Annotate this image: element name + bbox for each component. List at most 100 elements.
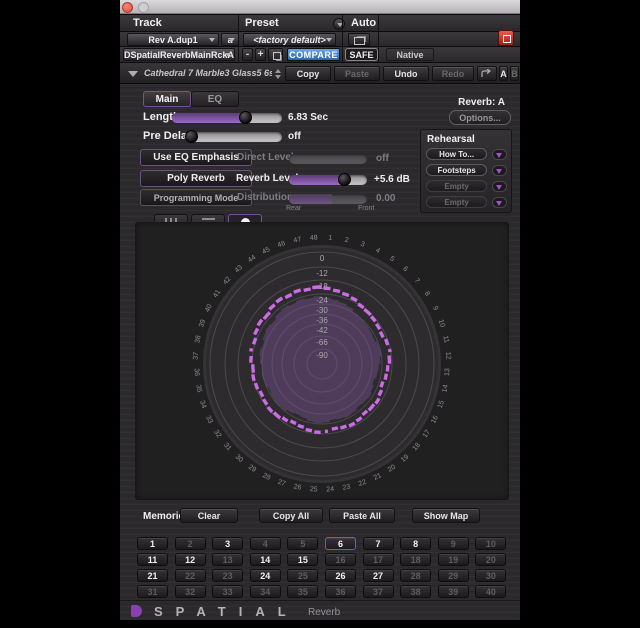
channel-number: 30 (234, 454, 245, 464)
preset-decrement-button[interactable]: - (242, 48, 253, 61)
memory-slot-13[interactable]: 13 (212, 553, 243, 566)
insert-selector[interactable]: DSpatialReverbMainRckA (123, 48, 235, 61)
memory-slot-19[interactable]: 19 (438, 553, 469, 566)
preset-increment-button[interactable]: + (255, 48, 266, 61)
memory-slot-35[interactable]: 35 (287, 585, 318, 598)
redo-button[interactable]: Redo (432, 66, 474, 81)
memory-slot-27[interactable]: 27 (363, 569, 394, 582)
memory-slot-31[interactable]: 31 (137, 585, 168, 598)
memory-slot-39[interactable]: 39 (438, 585, 469, 598)
product-name: Reverb (308, 607, 340, 618)
track-selector[interactable]: Rev A.dup1 (127, 33, 219, 46)
memory-slot-3[interactable]: 3 (212, 537, 243, 550)
channel-number: 47 (293, 236, 302, 244)
memory-slot-37[interactable]: 37 (363, 585, 394, 598)
redirect-arrow-icon[interactable] (477, 66, 497, 81)
memory-slot-4[interactable]: 4 (250, 537, 281, 550)
channel-number: 29 (247, 464, 257, 474)
close-window-icon[interactable] (122, 2, 133, 13)
minimize-window-icon[interactable] (138, 2, 149, 13)
memory-slot-16[interactable]: 16 (325, 553, 356, 566)
preset-column-label: Preset (245, 17, 279, 29)
memory-slot-30[interactable]: 30 (475, 569, 506, 582)
channel-level-dash (340, 426, 346, 428)
clear-button[interactable]: Clear (180, 508, 238, 523)
memory-slot-1[interactable]: 1 (137, 537, 168, 550)
copy-all-button[interactable]: Copy All (259, 508, 323, 523)
slot-b-button[interactable]: B (510, 66, 519, 81)
memory-slot-26[interactable]: 26 (325, 569, 356, 582)
length-slider-knob[interactable] (239, 111, 252, 124)
memory-slot-21[interactable]: 21 (137, 569, 168, 582)
tab-eq[interactable]: EQ (191, 91, 239, 107)
channel-number: 45 (261, 246, 271, 256)
channel-level-dash (333, 290, 340, 291)
memory-slot-22[interactable]: 22 (175, 569, 206, 582)
pre-delay-slider-knob[interactable] (185, 130, 198, 143)
show-map-button[interactable]: Show Map (412, 508, 480, 523)
distribution-slider[interactable] (289, 194, 367, 204)
auto-enable-icon[interactable] (348, 33, 370, 46)
copy-button[interactable]: Copy (285, 66, 331, 81)
channel-number: 9 (431, 305, 439, 312)
memory-slot-20[interactable]: 20 (475, 553, 506, 566)
memory-slot-14[interactable]: 14 (250, 553, 281, 566)
memory-slot-32[interactable]: 32 (175, 585, 206, 598)
memory-slot-8[interactable]: 8 (400, 537, 431, 550)
tab-main[interactable]: Main (143, 91, 191, 107)
channel-number: 18 (412, 442, 422, 453)
reverb-slot-label: Reverb: A (458, 97, 505, 108)
memory-slot-18[interactable]: 18 (400, 553, 431, 566)
memory-slot-36[interactable]: 36 (325, 585, 356, 598)
memory-slot-5[interactable]: 5 (287, 537, 318, 550)
memory-slot-28[interactable]: 28 (400, 569, 431, 582)
channel-number: 40 (204, 303, 214, 313)
memory-slot-12[interactable]: 12 (175, 553, 206, 566)
compare-button[interactable]: COMPARE (287, 48, 340, 61)
channel-number: 7 (413, 277, 421, 285)
memory-slot-2[interactable]: 2 (175, 537, 206, 550)
pre-delay-slider[interactable] (187, 132, 282, 142)
direct-level-slider[interactable] (289, 154, 367, 164)
memory-slot-29[interactable]: 29 (438, 569, 469, 582)
memory-slot-9[interactable]: 9 (438, 537, 469, 550)
memory-slot-25[interactable]: 25 (287, 569, 318, 582)
paste-all-button[interactable]: Paste All (329, 508, 395, 523)
memory-slot-7[interactable]: 7 (363, 537, 394, 550)
memory-slot-15[interactable]: 15 (287, 553, 318, 566)
target-window-button[interactable] (498, 30, 514, 46)
memory-slot-6[interactable]: 6 (325, 537, 356, 550)
length-slider[interactable] (172, 113, 282, 123)
preset-menu-icon[interactable] (333, 18, 345, 30)
reverb-level-slider[interactable] (289, 175, 367, 185)
undo-button[interactable]: Undo (383, 66, 429, 81)
channel-number: 23 (342, 483, 351, 491)
rehearsal-title: Rehearsal (427, 134, 511, 145)
copy-settings-icon[interactable] (268, 48, 283, 61)
polar-level-meter[interactable]: 0-12-18-24-30-36-42-66-90123456789101112… (135, 222, 509, 500)
channel-selector[interactable]: a (221, 33, 239, 46)
paste-button[interactable]: Paste (334, 66, 380, 81)
memory-slot-10[interactable]: 10 (475, 537, 506, 550)
reverb-level-slider-knob[interactable] (338, 173, 351, 186)
channel-number: 35 (194, 384, 202, 393)
librarian-preset-name[interactable]: Cathedral 7 Marble3 Glass5 6s Generic (144, 68, 272, 78)
channel-number: 10 (437, 319, 446, 329)
slot-a-button[interactable]: A (499, 66, 508, 81)
memory-slot-17[interactable]: 17 (363, 553, 394, 566)
safe-button[interactable]: SAFE (345, 48, 378, 61)
divider (238, 14, 239, 62)
memory-slot-38[interactable]: 38 (400, 585, 431, 598)
memory-slot-34[interactable]: 34 (250, 585, 281, 598)
channel-level-dash (381, 382, 383, 388)
memory-slot-24[interactable]: 24 (250, 569, 281, 582)
memory-slot-23[interactable]: 23 (212, 569, 243, 582)
channel-number: 28 (261, 472, 271, 482)
memory-slot-40[interactable]: 40 (475, 585, 506, 598)
memory-slot-33[interactable]: 33 (212, 585, 243, 598)
librarian-menu-icon[interactable] (128, 71, 138, 77)
channel-number: 27 (277, 479, 287, 488)
preset-spinner[interactable] (273, 67, 282, 81)
preset-selector[interactable]: <factory default> (243, 33, 336, 46)
memory-slot-11[interactable]: 11 (137, 553, 168, 566)
